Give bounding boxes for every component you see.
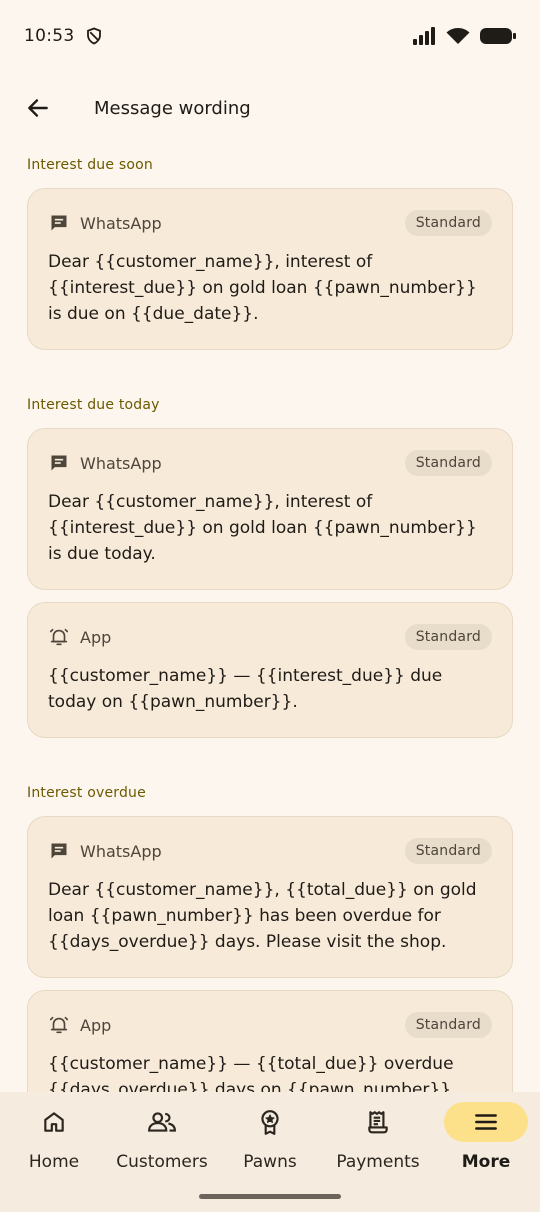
- message-text: {{customer_name}} — {{total_due}} overdu…: [48, 1054, 457, 1092]
- message-card[interactable]: App Standard {{customer_name}} — {{total…: [27, 990, 513, 1092]
- arrow-back-icon: [28, 99, 48, 117]
- nav-item-payments[interactable]: Payments: [324, 1102, 432, 1182]
- back-button[interactable]: [10, 80, 66, 136]
- status-badge: Standard: [404, 838, 492, 864]
- message-card[interactable]: WhatsApp Standard Dear {{customer_name}}…: [27, 188, 513, 350]
- channel-label: App: [80, 1015, 112, 1035]
- channel-label: WhatsApp: [80, 841, 162, 861]
- status-icons: [412, 27, 516, 45]
- status-time: 10:53: [24, 26, 75, 46]
- receipt-icon: [368, 1111, 388, 1134]
- shield-icon: [86, 27, 101, 45]
- medal-icon: [261, 1110, 279, 1135]
- signal-icon: [413, 27, 435, 45]
- alarm-bell-icon: [48, 1014, 70, 1036]
- message-text: Dear {{customer_name}}, interest of {{in…: [48, 252, 477, 324]
- alarm-bell-icon: [48, 626, 70, 648]
- status-badge: Standard: [404, 1012, 492, 1038]
- nav-item-home[interactable]: Home: [0, 1102, 108, 1182]
- channel-label: WhatsApp: [80, 213, 162, 233]
- nav-active-indicator: [444, 1102, 528, 1142]
- message-card[interactable]: WhatsApp Standard Dear {{customer_name}}…: [27, 428, 513, 590]
- status-badge: Standard: [404, 624, 492, 650]
- home-indicator[interactable]: [199, 1194, 341, 1199]
- message-text: {{customer_name}} — {{interest_due}} due…: [48, 666, 443, 712]
- status-bar: 10:53: [0, 0, 540, 72]
- nav-label: Payments: [336, 1152, 420, 1172]
- home-icon: [44, 1112, 64, 1132]
- battery-icon: [480, 28, 516, 44]
- message-list[interactable]: Interest due soon WhatsApp Standard Dear…: [0, 150, 540, 1092]
- status-badge: Standard: [404, 450, 492, 476]
- chat-icon: [48, 840, 70, 862]
- message-card[interactable]: App Standard {{customer_name}} — {{inter…: [27, 602, 513, 738]
- nav-item-customers[interactable]: Customers: [108, 1102, 216, 1182]
- nav-label: Home: [28, 1152, 80, 1172]
- section-heading-due-today: Interest due today: [27, 397, 160, 413]
- nav-item-pawns[interactable]: Pawns: [216, 1102, 324, 1182]
- message-text: Dear {{customer_name}}, {{total_due}} on…: [48, 880, 477, 952]
- channel-label: App: [80, 627, 112, 647]
- chat-icon: [48, 452, 70, 474]
- page-title: Message wording: [94, 97, 251, 119]
- chat-icon: [48, 212, 70, 234]
- section-heading-due-soon: Interest due soon: [27, 157, 153, 173]
- nav-label: Customers: [116, 1152, 208, 1172]
- nav-item-more[interactable]: More: [432, 1102, 540, 1182]
- menu-icon: [475, 1114, 497, 1130]
- message-card[interactable]: WhatsApp Standard Dear {{customer_name}}…: [27, 816, 513, 978]
- top-app-bar: Message wording: [0, 80, 540, 136]
- nav-label: More: [461, 1152, 511, 1172]
- message-text: Dear {{customer_name}}, interest of {{in…: [48, 492, 477, 564]
- wifi-icon: [446, 28, 470, 44]
- channel-label: WhatsApp: [80, 453, 162, 473]
- status-badge: Standard: [404, 210, 492, 236]
- nav-label: Pawns: [243, 1152, 297, 1172]
- section-heading-overdue: Interest overdue: [27, 785, 146, 801]
- people-icon: [148, 1112, 176, 1132]
